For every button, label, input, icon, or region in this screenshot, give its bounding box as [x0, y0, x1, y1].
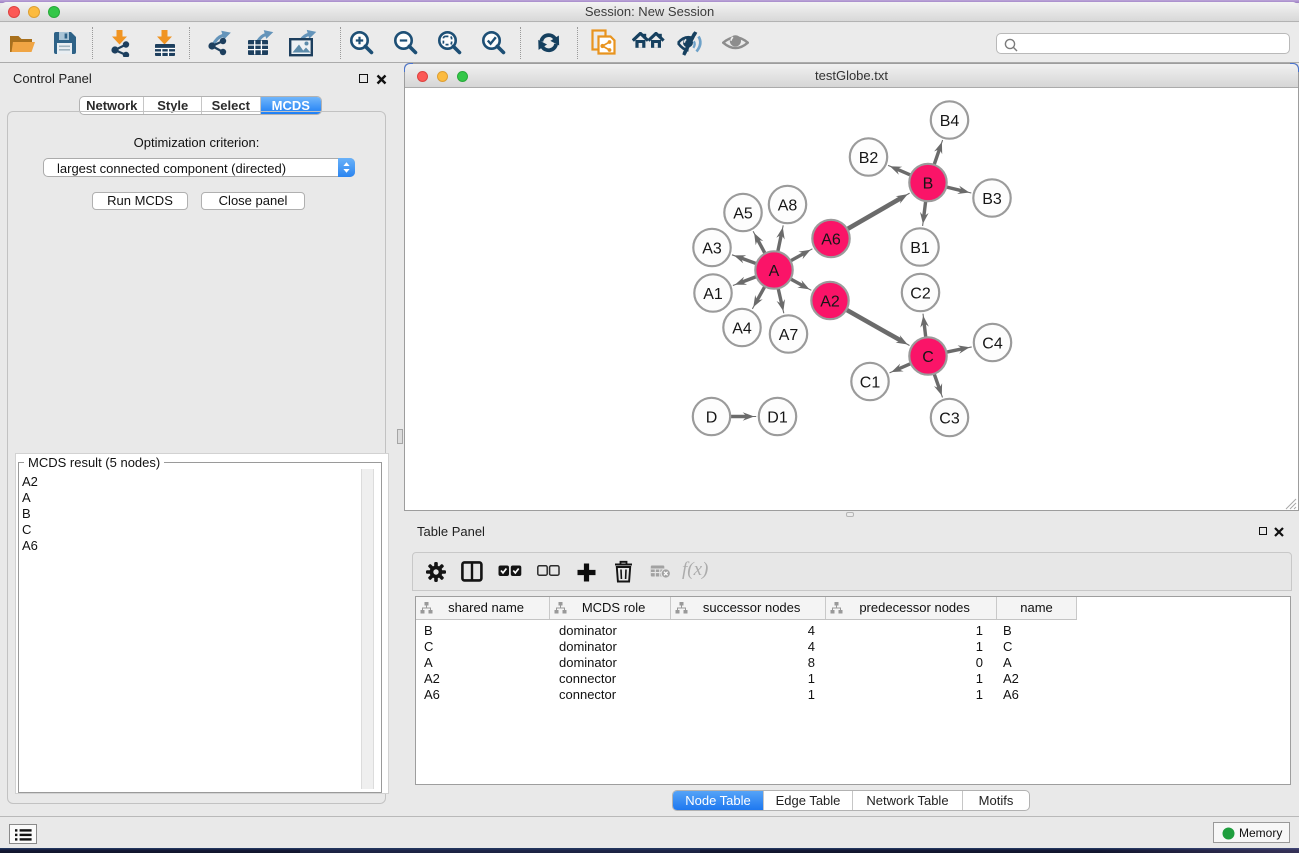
svg-text:B4: B4	[940, 113, 960, 130]
svg-text:B2: B2	[859, 150, 879, 167]
svg-text:A2: A2	[820, 293, 840, 310]
svg-text:A: A	[769, 263, 780, 280]
svg-text:A8: A8	[778, 197, 798, 214]
svg-text:C4: C4	[982, 335, 1003, 352]
svg-text:B1: B1	[910, 240, 930, 257]
svg-text:B: B	[923, 175, 934, 192]
svg-text:A3: A3	[702, 240, 722, 257]
svg-text:A4: A4	[732, 320, 752, 337]
svg-text:A7: A7	[779, 327, 799, 344]
svg-text:A5: A5	[733, 205, 753, 222]
svg-text:B3: B3	[982, 191, 1002, 208]
svg-text:A6: A6	[821, 231, 841, 248]
svg-text:C: C	[922, 349, 934, 366]
svg-text:A1: A1	[703, 286, 723, 303]
svg-text:C3: C3	[939, 410, 960, 427]
svg-text:C2: C2	[910, 285, 931, 302]
svg-text:D1: D1	[767, 409, 788, 426]
svg-text:D: D	[706, 409, 718, 426]
svg-text:C1: C1	[860, 374, 881, 391]
